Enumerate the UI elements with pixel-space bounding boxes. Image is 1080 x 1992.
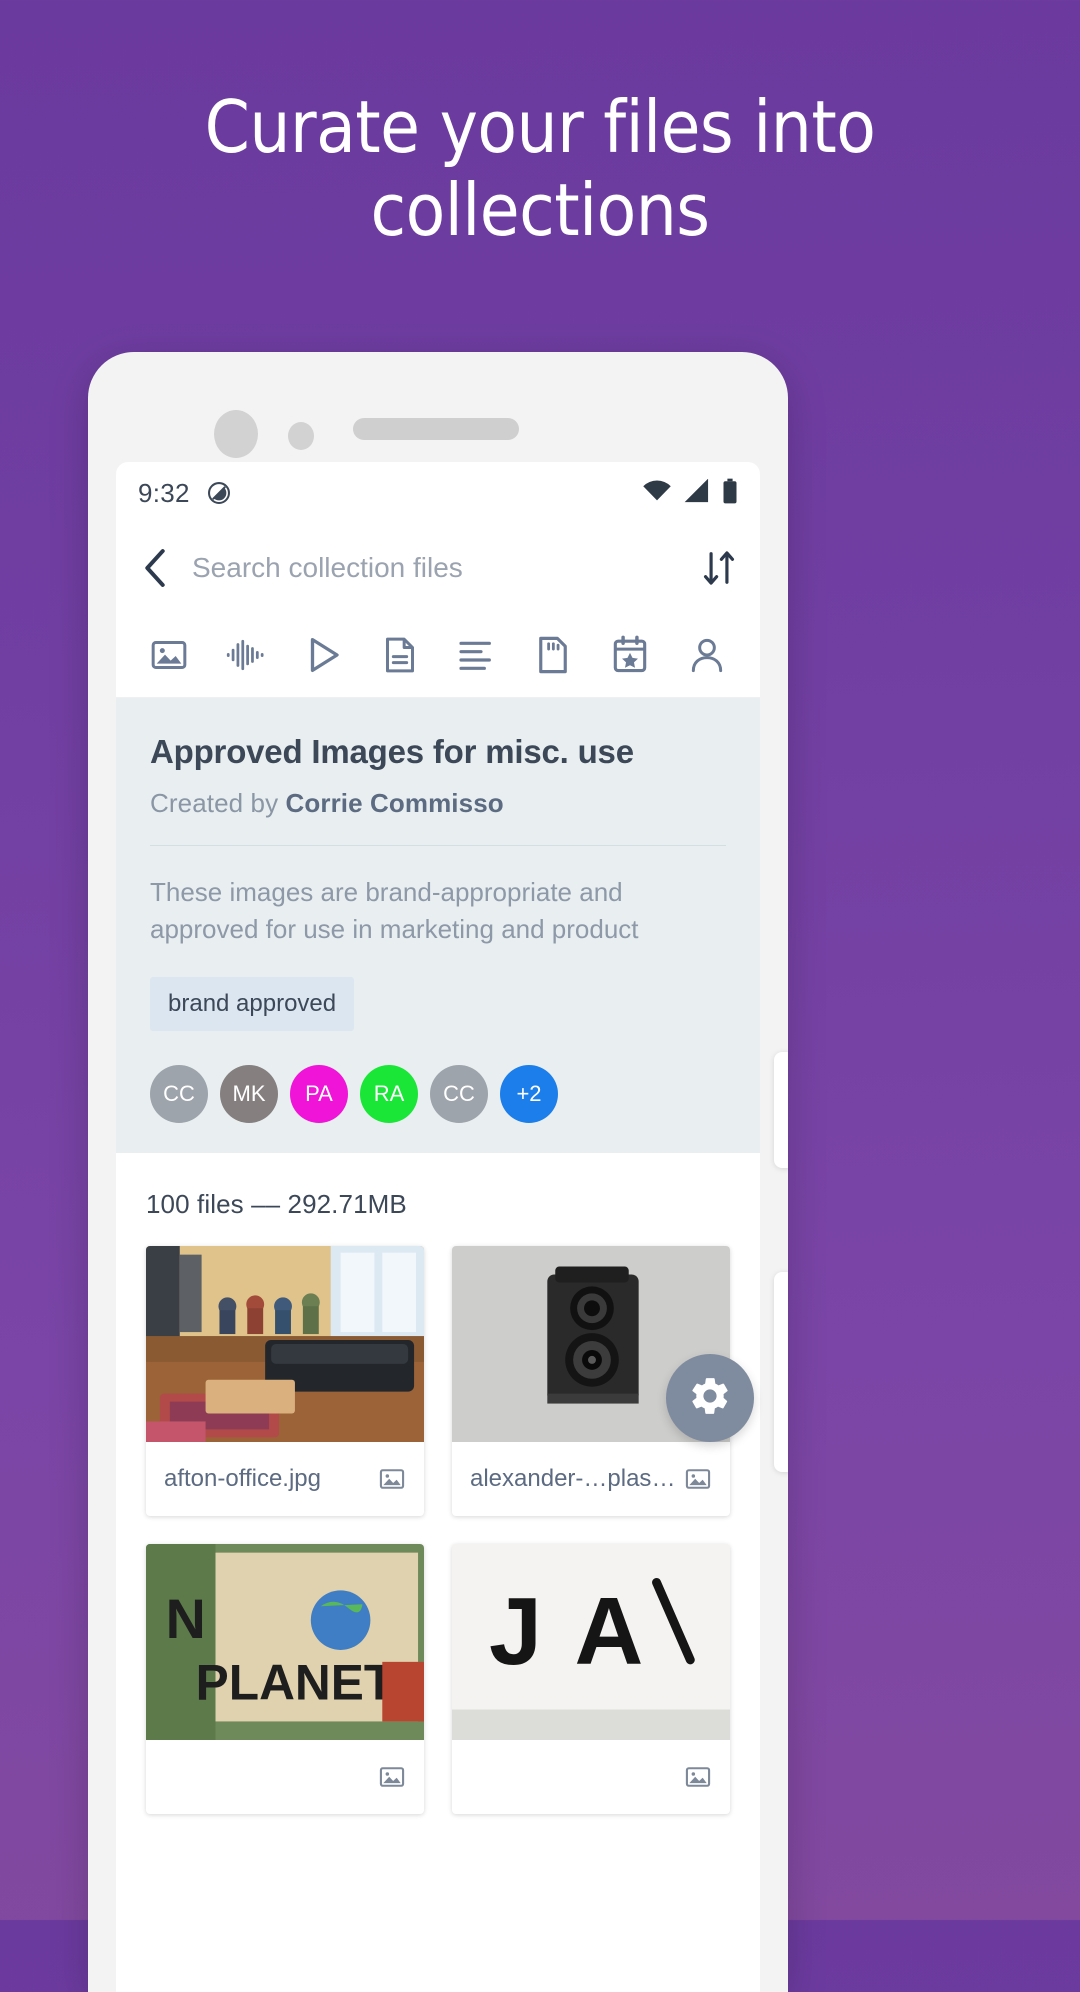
background-card-edge — [774, 1272, 788, 1472]
file-name: afton-office.jpg — [164, 1464, 321, 1492]
image-icon — [378, 1465, 406, 1493]
wifi-icon — [642, 479, 672, 508]
svg-text:J: J — [489, 1579, 542, 1685]
sort-icon[interactable] — [702, 549, 736, 587]
collection-title: Approved Images for misc. use — [150, 733, 634, 770]
file-card-footer — [452, 1740, 730, 1814]
video-filter-icon[interactable] — [296, 628, 350, 682]
collection-description: These images are brand-appropriate and a… — [150, 876, 639, 945]
person-filter-icon[interactable] — [680, 628, 734, 682]
settings-gear-icon — [688, 1374, 732, 1423]
info-divider — [150, 844, 726, 846]
earpiece-speaker — [353, 418, 519, 440]
collection-info-panel: Approved Images for misc. use Created by… — [116, 698, 760, 1153]
promo-headline-line2: collections — [370, 167, 710, 252]
file-name: alexander-…plash.jpg — [470, 1464, 676, 1492]
image-icon — [378, 1763, 406, 1791]
collection-members: CC MK PA RA CC +2 — [150, 1064, 726, 1153]
file-card-footer: afton-office.jpg — [146, 1442, 424, 1516]
created-by-label: Created by — [150, 787, 286, 818]
svg-text:A: A — [574, 1579, 643, 1685]
svg-text:N: N — [166, 1588, 206, 1650]
avatar[interactable]: RA — [360, 1064, 418, 1123]
event-filter-icon[interactable] — [603, 628, 657, 682]
text-filter-icon[interactable] — [449, 628, 503, 682]
avatar[interactable]: CC — [150, 1064, 208, 1123]
creator-name: Corrie Commisso — [285, 787, 504, 818]
file-card[interactable]: afton-office.jpg — [146, 1245, 424, 1516]
document-filter-icon[interactable] — [373, 628, 427, 682]
collection-creator: Created by Corrie Commisso — [150, 788, 726, 819]
search-bar — [116, 524, 760, 612]
avatar[interactable]: CC — [430, 1064, 488, 1123]
file-list-section: 100 files –– 292.71MB afton-office.jpg a… — [116, 1152, 760, 1992]
file-count-summary: 100 files –– 292.71MB — [146, 1188, 407, 1219]
file-card-footer: alexander-…plash.jpg — [452, 1442, 730, 1516]
svg-text:PLANET: PLANET — [196, 1655, 395, 1711]
status-time: 9:32 — [138, 477, 190, 508]
image-icon — [684, 1763, 712, 1791]
battery-full-icon — [722, 478, 738, 509]
file-thumbnail: J A — [452, 1543, 730, 1740]
phone-mockup: 9:32 Search collection files Approved Im… — [88, 352, 788, 1992]
phone-bezel — [88, 410, 788, 470]
file-card[interactable]: J A — [452, 1543, 730, 1814]
avatar[interactable]: MK — [220, 1064, 278, 1123]
front-camera-icon — [214, 410, 258, 458]
background-card-edge — [774, 1052, 788, 1168]
avatar[interactable]: PA — [290, 1064, 348, 1123]
settings-fab-button[interactable] — [666, 1354, 754, 1442]
sensor-icon — [288, 422, 314, 450]
image-filter-icon[interactable] — [142, 628, 196, 682]
file-thumbnail: N PLANET — [146, 1543, 424, 1740]
tag-chip[interactable]: brand approved — [150, 976, 355, 1031]
do-not-disturb-icon — [206, 480, 232, 506]
back-chevron-icon[interactable] — [140, 548, 170, 588]
cell-signal-icon — [683, 478, 711, 508]
image-icon — [684, 1465, 712, 1493]
sdcard-filter-icon[interactable] — [526, 628, 580, 682]
file-thumbnail — [146, 1245, 424, 1442]
avatar-overflow-count[interactable]: +2 — [500, 1064, 558, 1123]
promo-headline: Curate your files into collections — [0, 86, 1080, 252]
audio-filter-icon[interactable] — [219, 628, 273, 682]
file-type-filter-row — [116, 612, 760, 698]
status-bar: 9:32 — [116, 462, 760, 524]
phone-screen: 9:32 Search collection files Approved Im… — [116, 462, 760, 1992]
file-card-footer — [146, 1740, 424, 1814]
file-card[interactable]: N PLANET — [146, 1543, 424, 1814]
status-icons — [642, 478, 738, 509]
decorative-circle — [634, 1930, 738, 1992]
file-grid: afton-office.jpg alexander-…plash. N PLA… — [146, 1245, 730, 1814]
collection-tags: brand approved — [150, 976, 726, 1031]
promo-headline-line1: Curate your files into — [204, 85, 876, 169]
search-input[interactable] — [192, 552, 680, 584]
